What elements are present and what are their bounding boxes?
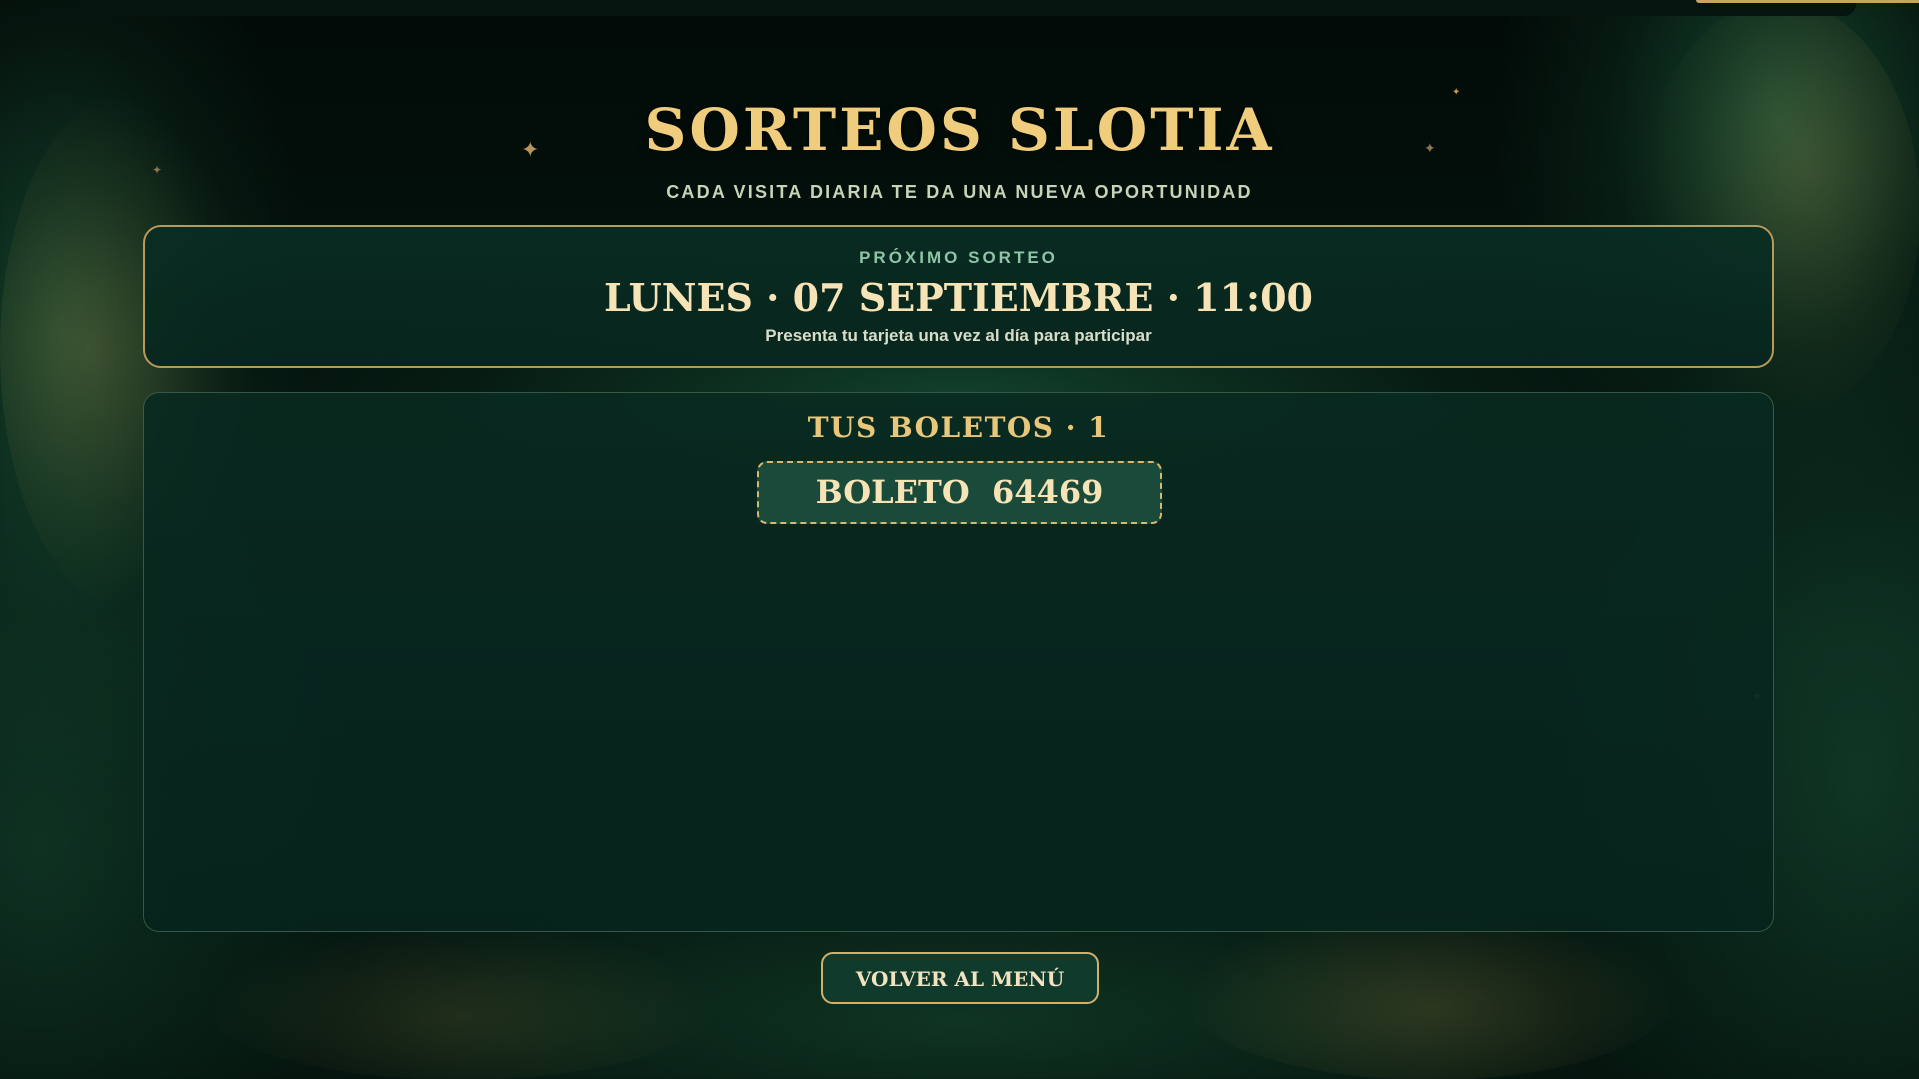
next-draw-card: PRÓXIMO SORTEO LUNES · 07 SEPTIEMBRE · 1… — [143, 225, 1774, 368]
next-draw-label: PRÓXIMO SORTEO — [859, 248, 1058, 267]
back-to-menu-button[interactable]: VOLVER AL MENÚ — [821, 952, 1099, 1004]
top-bar-accent — [1696, 0, 1919, 3]
gold-dust-decoration — [200, 920, 720, 1079]
next-draw-date: LUNES · 07 SEPTIEMBRE · 11:00 — [604, 275, 1313, 320]
top-bar — [76, 0, 1919, 16]
page-title: SORTEOS SLOTIA — [644, 96, 1275, 164]
page-subtitle: CADA VISITA DIARIA TE DA UNA NUEVA OPORT… — [666, 182, 1253, 202]
next-draw-note: Presenta tu tarjeta una vez al día para … — [765, 326, 1152, 345]
tickets-heading: TUS BOLETOS · 1 — [807, 411, 1110, 444]
sparkle-icon: ✦ — [152, 163, 163, 177]
tickets-panel: TUS BOLETOS · 1 BOLETO 64469 — [143, 392, 1774, 932]
ticket-item: BOLETO 64469 — [757, 461, 1162, 524]
